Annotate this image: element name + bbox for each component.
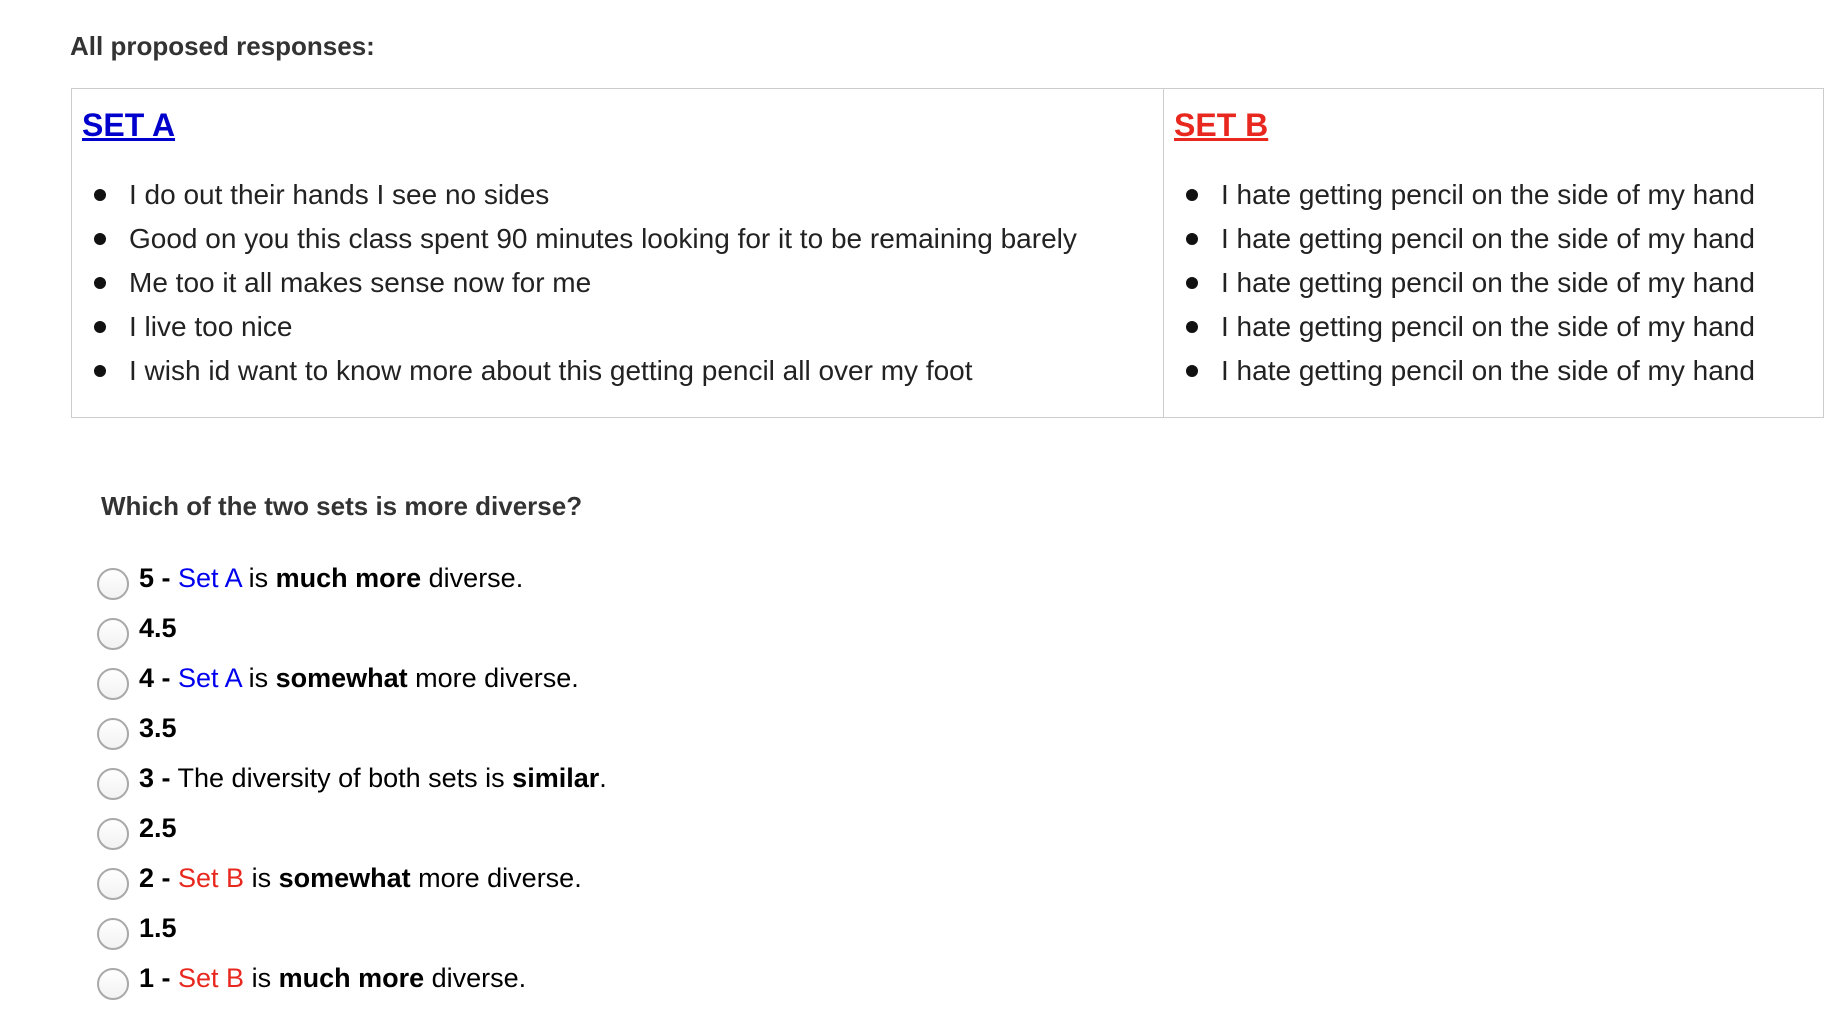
list-item-text: Good on you this class spent 90 minutes …	[129, 223, 1077, 255]
bullet-icon	[94, 233, 106, 246]
list-item: I hate getting pencil on the side of my …	[1186, 261, 1813, 305]
radio-button[interactable]	[97, 868, 129, 900]
option-number: 2 -	[139, 862, 171, 893]
list-item-text: I wish id want to know more about this g…	[129, 355, 973, 387]
option-number: 2.5	[139, 812, 177, 843]
radio-button[interactable]	[97, 918, 129, 950]
diversity-question: Which of the two sets is more diverse?	[101, 491, 583, 521]
option-number: 5 -	[139, 562, 171, 593]
bullet-icon	[1186, 277, 1198, 290]
list-item-text: I live too nice	[129, 311, 293, 343]
set-a-cell: SET A I do out their hands I see no side…	[71, 88, 1164, 418]
page-heading: All proposed responses:	[70, 31, 375, 61]
list-item: I hate getting pencil on the side of my …	[1186, 173, 1813, 217]
option-label: 3.5	[139, 713, 177, 744]
list-item-text: I hate getting pencil on the side of my …	[1221, 355, 1755, 387]
rating-option-4[interactable]: 4 - Set A is somewhat more diverse.	[97, 653, 997, 703]
radio-button[interactable]	[97, 768, 129, 800]
set-a-ref: Set A	[178, 662, 242, 693]
option-label: 2.5	[139, 813, 177, 844]
option-label: 1.5	[139, 913, 177, 944]
set-b-ref: Set B	[178, 962, 245, 993]
list-item-text: Me too it all makes sense now for me	[129, 267, 592, 299]
option-rest: .	[599, 762, 607, 793]
option-connector: is	[241, 662, 276, 693]
rating-option-3-5[interactable]: 3.5	[97, 703, 997, 753]
option-rest: more diverse.	[410, 862, 582, 893]
rating-option-3[interactable]: 3 - The diversity of both sets is simila…	[97, 753, 997, 803]
option-label: 1 - Set B is much more diverse.	[139, 963, 526, 994]
option-number: 4.5	[139, 612, 177, 643]
bullet-icon	[1186, 233, 1198, 246]
rating-option-1[interactable]: 1 - Set B is much more diverse.	[97, 953, 997, 1003]
rating-option-5[interactable]: 5 - Set A is much more diverse.	[97, 553, 997, 603]
list-item-text: I hate getting pencil on the side of my …	[1221, 311, 1755, 343]
set-a-ref: Set A	[178, 562, 242, 593]
radio-button[interactable]	[97, 568, 129, 600]
bullet-icon	[1186, 321, 1198, 334]
set-b-cell: SET B I hate getting pencil on the side …	[1163, 88, 1824, 418]
option-number: 1 -	[139, 962, 171, 993]
list-item: I hate getting pencil on the side of my …	[1186, 217, 1813, 261]
set-b-list: I hate getting pencil on the side of my …	[1174, 173, 1813, 393]
set-a-title[interactable]: SET A	[82, 107, 175, 143]
rating-options: 5 - Set A is much more diverse. 4.5 4 - …	[97, 553, 997, 1003]
list-item: Good on you this class spent 90 minutes …	[94, 217, 1153, 261]
set-b-ref: Set B	[178, 862, 245, 893]
option-degree: somewhat	[275, 662, 408, 693]
bullet-icon	[94, 365, 106, 378]
rating-option-2[interactable]: 2 - Set B is somewhat more diverse.	[97, 853, 997, 903]
rating-option-1-5[interactable]: 1.5	[97, 903, 997, 953]
option-rest: diverse.	[421, 562, 524, 593]
option-number: 4 -	[139, 662, 171, 693]
rating-option-4-5[interactable]: 4.5	[97, 603, 997, 653]
list-item: Me too it all makes sense now for me	[94, 261, 1153, 305]
option-label: 4.5	[139, 613, 177, 644]
bullet-icon	[94, 189, 106, 202]
list-item: I do out their hands I see no sides	[94, 173, 1153, 217]
radio-button[interactable]	[97, 818, 129, 850]
sets-comparison-table: SET A I do out their hands I see no side…	[71, 88, 1824, 418]
option-connector: is	[244, 962, 279, 993]
radio-button[interactable]	[97, 618, 129, 650]
list-item-text: I hate getting pencil on the side of my …	[1221, 267, 1755, 299]
list-item: I wish id want to know more about this g…	[94, 349, 1153, 393]
list-item: I hate getting pencil on the side of my …	[1186, 349, 1813, 393]
list-item-text: I hate getting pencil on the side of my …	[1221, 223, 1755, 255]
radio-button[interactable]	[97, 968, 129, 1000]
bullet-icon	[94, 321, 106, 334]
rating-option-2-5[interactable]: 2.5	[97, 803, 997, 853]
option-label: 4 - Set A is somewhat more diverse.	[139, 663, 579, 694]
option-label: 5 - Set A is much more diverse.	[139, 563, 523, 594]
option-degree: much more	[278, 962, 425, 993]
option-degree: similar	[512, 762, 600, 793]
radio-button[interactable]	[97, 718, 129, 750]
list-item: I hate getting pencil on the side of my …	[1186, 305, 1813, 349]
bullet-icon	[94, 277, 106, 290]
list-item-text: I hate getting pencil on the side of my …	[1221, 179, 1755, 211]
option-degree: somewhat	[278, 862, 411, 893]
option-prefix: The diversity of both sets is	[177, 762, 513, 793]
set-a-list: I do out their hands I see no sides Good…	[82, 173, 1153, 393]
option-number: 1.5	[139, 912, 177, 943]
option-degree: much more	[275, 562, 422, 593]
list-item-text: I do out their hands I see no sides	[129, 179, 550, 211]
option-rest: diverse.	[424, 962, 527, 993]
option-label: 3 - The diversity of both sets is simila…	[139, 763, 607, 794]
bullet-icon	[1186, 365, 1198, 378]
bullet-icon	[1186, 189, 1198, 202]
option-connector: is	[241, 562, 276, 593]
option-number: 3.5	[139, 712, 177, 743]
radio-button[interactable]	[97, 668, 129, 700]
option-number: 3 -	[139, 762, 171, 793]
option-label: 2 - Set B is somewhat more diverse.	[139, 863, 582, 894]
option-rest: more diverse.	[407, 662, 579, 693]
option-connector: is	[244, 862, 279, 893]
list-item: I live too nice	[94, 305, 1153, 349]
set-b-title[interactable]: SET B	[1174, 107, 1268, 143]
